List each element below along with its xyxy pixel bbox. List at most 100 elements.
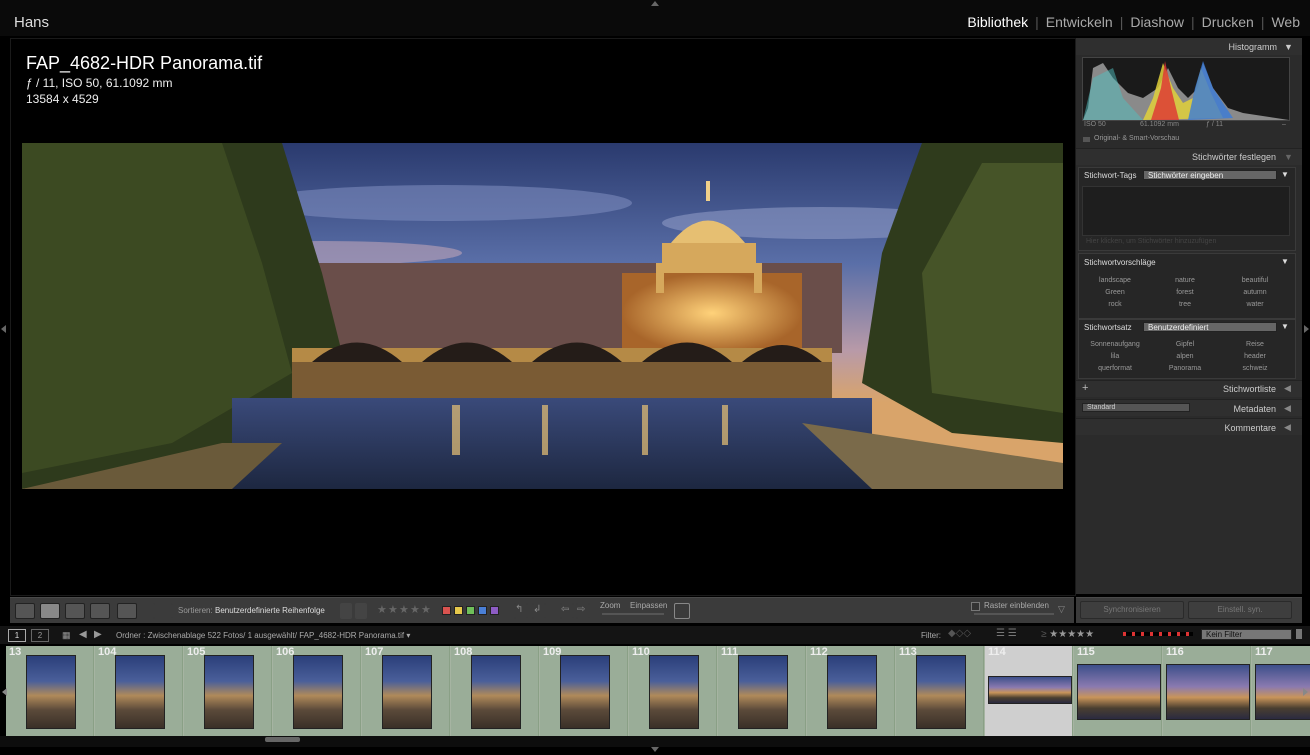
back-arrow-icon[interactable]: ◀ [79,629,87,640]
keyword-set-item[interactable]: Reise [1222,341,1288,348]
filmstrip-scroll-thumb[interactable] [265,737,300,742]
filmstrip-thumbnail[interactable] [738,655,788,729]
rotate-left-icon[interactable]: ↰ [514,603,528,619]
panel-expand-icon[interactable]: ◀ [1284,403,1291,414]
filmstrip-cell[interactable]: 116 [1163,646,1251,736]
filter-flag-icon[interactable]: ◆◇◇ [948,628,971,639]
color-label-yellow[interactable] [454,606,463,615]
collapse-suggestions-icon[interactable]: ▼ [1281,257,1289,266]
compare-view-button[interactable] [65,603,85,619]
sort-dropdown[interactable]: Benutzerdefinierte Reihenfolge [215,606,325,615]
filmstrip-thumbnail[interactable] [1255,664,1310,720]
reject-flag-icon[interactable] [355,603,367,619]
rotate-right-icon[interactable]: ↲ [532,603,546,619]
keyword-tags-dropdown[interactable]: Stichwörter eingeben [1143,170,1277,180]
panel-expand-icon[interactable]: ◀ [1284,422,1291,433]
filmstrip-cell[interactable]: 117 [1252,646,1310,736]
filmstrip-cell[interactable]: 107 [362,646,450,736]
sort-direction-icon[interactable] [153,603,173,619]
keyword-suggestion[interactable]: landscape [1082,277,1148,284]
module-bibliothek[interactable]: Bibliothek [967,14,1028,30]
keyword-suggestion[interactable]: forest [1152,289,1218,296]
flag-icon[interactable] [340,603,352,619]
add-keyword-button[interactable]: + [1082,382,1088,394]
forward-arrow-icon[interactable]: ▶ [94,629,102,640]
filmstrip-thumbnail[interactable] [293,655,343,729]
filmstrip-thumbnail[interactable] [916,655,966,729]
panel-collapse-icon[interactable]: ▼ [1284,42,1293,52]
filmstrip-thumbnail[interactable] [649,655,699,729]
panel-collapse-icon[interactable]: ▼ [1284,152,1293,162]
keyword-set-item[interactable]: querformat [1082,365,1148,372]
filter-edit-icon[interactable]: ☰ ☰ [996,628,1017,639]
filmstrip-thumbnail[interactable] [382,655,432,729]
filmstrip-cell[interactable]: 113 [896,646,984,736]
collapse-right-icon[interactable] [1304,325,1309,333]
color-label-purple[interactable] [490,606,499,615]
keyword-suggestion[interactable]: Green [1082,289,1148,296]
filmstrip-cell[interactable]: 112 [807,646,895,736]
filter-preset-dropdown[interactable]: Kein Filter [1201,629,1292,640]
filmstrip-cell[interactable]: 108 [451,646,539,736]
filmstrip-cell[interactable]: 105 [184,646,272,736]
keyword-input-area[interactable] [1082,186,1290,236]
filmstrip-cell[interactable]: 110 [629,646,717,736]
filter-lock-icon[interactable] [1296,629,1302,639]
sync-settings-button[interactable]: Einstell. syn. [1188,601,1292,619]
filter-color-labels[interactable] [1123,632,1193,636]
survey-view-button[interactable] [90,603,110,619]
star-icon[interactable]: ★ [410,603,420,616]
module-entwickeln[interactable]: Entwickeln [1046,14,1113,30]
filmstrip-thumbnail[interactable] [1166,664,1250,720]
filmstrip-cell[interactable]: 104 [95,646,183,736]
filmstrip-cell[interactable]: 111 [718,646,806,736]
filmstrip-scrollbar[interactable] [0,736,1310,747]
dropdown-arrow-icon[interactable]: ▼ [1281,322,1289,331]
people-view-button[interactable] [117,603,137,619]
star-icon[interactable]: ★ [388,603,398,616]
star-icon[interactable]: ★ [377,603,387,616]
filmstrip-cell[interactable]: 115 [1074,646,1162,736]
main-photo[interactable] [22,143,1063,489]
panel-expand-icon[interactable]: ◀ [1284,383,1291,394]
keyword-set-dropdown[interactable]: Benutzerdefiniert [1143,322,1277,332]
grid-icon[interactable]: ▦ [62,630,71,641]
filmstrip-cell[interactable]: 114 [985,646,1073,736]
filmstrip-thumbnail[interactable] [560,655,610,729]
keyword-suggestion[interactable]: beautiful [1222,277,1288,284]
color-label-red[interactable] [442,606,451,615]
star-icon[interactable]: ★ [399,603,409,616]
collapse-left-icon[interactable] [1,325,6,333]
keyword-suggestion[interactable]: nature [1152,277,1218,284]
keyword-set-item[interactable]: Panorama [1152,365,1218,372]
keyword-set-item[interactable]: schweiz [1222,365,1288,372]
toolbar-menu-icon[interactable]: ▽ [1058,604,1065,615]
keyword-set-item[interactable]: header [1222,353,1288,360]
filmstrip-cell[interactable]: 109 [540,646,628,736]
keyword-suggestion[interactable]: rock [1082,301,1148,308]
keyword-set-item[interactable]: Sonnenaufgang [1082,341,1148,348]
collapse-top-icon[interactable] [651,1,659,6]
keyword-set-item[interactable]: Gipfel [1152,341,1218,348]
module-drucken[interactable]: Drucken [1202,14,1254,30]
filmstrip-thumbnail[interactable] [1077,664,1161,720]
keyword-set-item[interactable]: alpen [1152,353,1218,360]
filmstrip-scroll-right-icon[interactable] [1303,688,1308,696]
main-window-button[interactable]: 1 [8,629,26,642]
keyword-suggestion[interactable]: tree [1152,301,1218,308]
module-diashow[interactable]: Diashow [1130,14,1184,30]
color-label-green[interactable] [466,606,475,615]
sync-metadata-button[interactable]: Synchronisieren [1080,601,1184,619]
star-icon[interactable]: ★ [421,603,431,616]
module-web[interactable]: Web [1271,14,1300,30]
filmstrip-thumbnail[interactable] [204,655,254,729]
filmstrip-thumbnail[interactable] [471,655,521,729]
filmstrip-thumbnail[interactable] [115,655,165,729]
collapse-bottom-icon[interactable] [651,747,659,752]
color-label-blue[interactable] [478,606,487,615]
crop-overlay-icon[interactable] [674,603,690,619]
zoom-slider[interactable] [602,613,664,615]
dropdown-arrow-icon[interactable]: ▼ [1281,170,1289,179]
filter-stars[interactable]: ≥ ★★★★★ [1041,629,1094,640]
filmstrip-source-path[interactable]: Ordner : Zwischenablage 522 Fotos/ 1 aus… [116,631,410,640]
